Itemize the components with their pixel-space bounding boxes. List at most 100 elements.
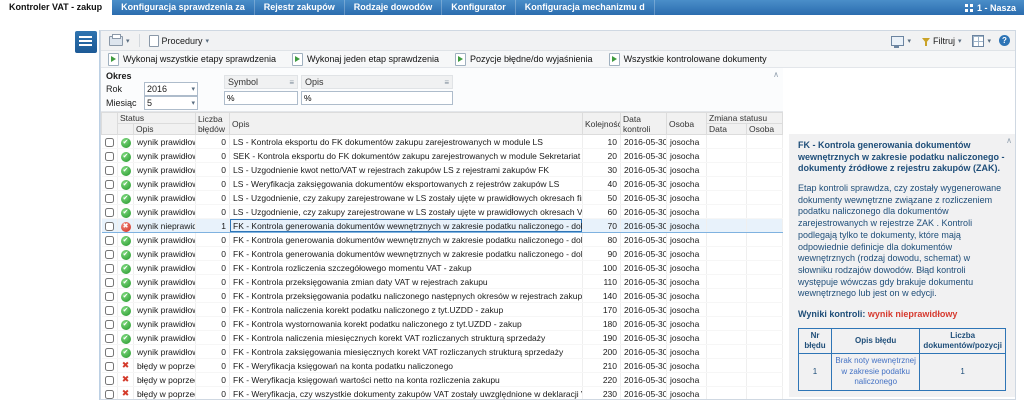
header-data-kontroli[interactable]: Data kontroli: [620, 112, 667, 135]
row-checkbox[interactable]: [104, 179, 114, 189]
row-checkbox[interactable]: [104, 319, 114, 329]
table-row[interactable]: ✔ wynik prawidłow 0 LS - Uzgodnienie kwo…: [101, 162, 783, 177]
action-all-controlled-documents[interactable]: Wszystkie kontrolowane dokumenty: [608, 52, 767, 66]
symbol-filter-input[interactable]: [224, 91, 298, 105]
action-run-one-step[interactable]: Wykonaj jeden etap sprawdzenia: [291, 52, 439, 66]
table-row[interactable]: ✔ wynik prawidłow 0 FK - Kontrola rozlic…: [101, 260, 783, 275]
control-date: 2016-05-30: [620, 246, 667, 261]
person: josocha: [666, 386, 707, 399]
filter-operator-icon[interactable]: ≡: [444, 78, 449, 87]
header-status-opis[interactable]: Opis: [132, 123, 197, 135]
header-liczba-bledow[interactable]: Liczba błędów: [195, 112, 231, 135]
year-label: Rok: [106, 84, 123, 94]
control-date: 2016-05-30: [620, 190, 667, 205]
table-row[interactable]: ✖ błędy w poprzedni 0 FK - Weryfikacja k…: [101, 358, 783, 373]
control-description: FK - Weryfikacja, czy wszystkie dokument…: [229, 386, 583, 399]
row-checkbox[interactable]: [104, 165, 114, 175]
row-checkbox[interactable]: [104, 221, 114, 231]
status-change-person: [746, 330, 783, 345]
table-row[interactable]: ✔ wynik prawidłow 0 FK - Kontrola genero…: [101, 232, 783, 247]
app-window: Kontroler VAT - zakup Konfiguracja spraw…: [0, 0, 1024, 406]
status-change-person: [746, 288, 783, 303]
layout-button[interactable]: ▾: [969, 34, 994, 48]
header-opis[interactable]: Opis: [229, 112, 583, 135]
row-checkbox[interactable]: [104, 249, 114, 259]
status-change-date: [706, 330, 747, 345]
tab-rejestr-zakupow[interactable]: Rejestr zakupów: [255, 0, 345, 15]
header-zmiana-osoba[interactable]: Osoba: [746, 123, 783, 135]
row-checkbox[interactable]: [104, 361, 114, 371]
tab-konfigurator[interactable]: Konfigurator: [442, 0, 516, 15]
status-change-date: [706, 288, 747, 303]
row-checkbox[interactable]: [104, 333, 114, 343]
table-row[interactable]: ✔ wynik prawidłow 0 FK - Kontrola wystor…: [101, 316, 783, 331]
filter-collapse-icon[interactable]: ∧: [773, 70, 779, 79]
err-opis[interactable]: Brak noty wewnętrznej w zakresie podatku…: [831, 353, 921, 391]
table-row[interactable]: ✔ wynik prawidłow 0 SEK - Kontrola ekspo…: [101, 148, 783, 163]
tab-rodzaje-dowodow[interactable]: Rodzaje dowodów: [345, 0, 443, 15]
procedury-menu-button[interactable]: Procedury ▾: [146, 34, 213, 48]
status-change-person: [746, 148, 783, 163]
error-count: 0: [195, 302, 231, 317]
table-row[interactable]: ✔ wynik prawidłow 0 FK - Kontrola genero…: [101, 246, 783, 261]
tab-bar: Kontroler VAT - zakup Konfiguracja spraw…: [0, 0, 1024, 15]
month-select[interactable]: 5 ▾: [144, 96, 198, 110]
tab-konfiguracja-sprawdzenia[interactable]: Konfiguracja sprawdzenia za: [112, 0, 255, 15]
error-count: 0: [195, 190, 231, 205]
row-checkbox[interactable]: [104, 291, 114, 301]
row-checkbox[interactable]: [104, 207, 114, 217]
panel-scroll-up-icon[interactable]: ∧: [1006, 136, 1012, 146]
table-row[interactable]: ✖ błędy w poprzedni 0 FK - Weryfikacja, …: [101, 386, 783, 399]
row-checkbox[interactable]: [104, 389, 114, 399]
table-row[interactable]: ✖ błędy w poprzedni 0 FK - Weryfikacja k…: [101, 372, 783, 387]
row-checkbox[interactable]: [104, 235, 114, 245]
header-select-column[interactable]: [101, 112, 118, 135]
opis-filter-input[interactable]: [301, 91, 453, 105]
row-checkbox[interactable]: [104, 263, 114, 273]
help-icon[interactable]: ?: [999, 35, 1010, 46]
row-checkbox[interactable]: [104, 347, 114, 357]
table-row[interactable]: ✔ wynik prawidłow 0 FK - Kontrola przeks…: [101, 274, 783, 289]
view-button[interactable]: ▾: [888, 35, 914, 48]
row-checkbox[interactable]: [104, 151, 114, 161]
month-value: 5: [147, 98, 153, 108]
table-row[interactable]: ✔ wynik prawidłow 0 FK - Kontrola nalicz…: [101, 330, 783, 345]
header-zmiana-statusu[interactable]: Zmiana statusu: [706, 112, 783, 124]
row-checkbox[interactable]: [104, 193, 114, 203]
row-checkbox[interactable]: [104, 137, 114, 147]
control-date: 2016-05-30: [620, 204, 667, 219]
tab-konfiguracja-mechanizmu[interactable]: Konfiguracja mechanizmu d: [516, 0, 655, 15]
header-status[interactable]: Status: [116, 112, 197, 124]
company-indicator[interactable]: 1 - Nasza: [957, 0, 1024, 15]
run-icon: [291, 52, 303, 66]
table-row[interactable]: ✔ wynik prawidłow 0 LS - Uzgodnienie, cz…: [101, 190, 783, 205]
row-checkbox[interactable]: [104, 305, 114, 315]
table-row[interactable]: ✔ wynik prawidłow 0 LS - Weryfikacja zak…: [101, 176, 783, 191]
row-checkbox[interactable]: [104, 277, 114, 287]
table-row[interactable]: ✔ wynik prawidłow 0 LS - Uzgodnienie, cz…: [101, 204, 783, 219]
print-button[interactable]: ▾: [106, 33, 133, 47]
control-description: FK - Kontrola generowania dokumentów wew…: [229, 232, 583, 247]
status-change-person: [746, 232, 783, 247]
table-row[interactable]: ✔ wynik prawidłow 0 LS - Kontrola ekspor…: [101, 134, 783, 149]
filter-operator-icon[interactable]: ≡: [289, 78, 294, 87]
order-number: 90: [582, 246, 621, 261]
menu-button[interactable]: [75, 31, 97, 53]
status-change-person: [746, 344, 783, 359]
row-checkbox[interactable]: [104, 375, 114, 385]
period-title: Okres: [106, 71, 132, 81]
action-run-all-steps[interactable]: Wykonaj wszystkie etapy sprawdzenia: [108, 52, 276, 66]
year-select[interactable]: 2016 ▾: [144, 82, 198, 96]
tab-kontroler-vat-zakup[interactable]: Kontroler VAT - zakup: [0, 0, 113, 15]
header-zmiana-data[interactable]: Data: [706, 123, 747, 135]
header-osoba[interactable]: Osoba: [666, 112, 707, 135]
table-row[interactable]: ✖ wynik nieprawidł 1 FK - Kontrola gener…: [101, 218, 783, 233]
filtruj-button[interactable]: Filtruj ▾: [919, 35, 965, 47]
header-kolejnosc[interactable]: Kolejność↑: [582, 112, 621, 135]
table-row[interactable]: ✔ wynik prawidłow 0 FK - Kontrola przeks…: [101, 288, 783, 303]
person: josocha: [666, 232, 707, 247]
action-error-positions[interactable]: Pozycje błędne/do wyjaśnienia: [454, 52, 593, 66]
table-row[interactable]: ✔ wynik prawidłow 0 FK - Kontrola zaksię…: [101, 344, 783, 359]
control-date: 2016-05-30: [620, 330, 667, 345]
table-row[interactable]: ✔ wynik prawidłow 0 FK - Kontrola nalicz…: [101, 302, 783, 317]
